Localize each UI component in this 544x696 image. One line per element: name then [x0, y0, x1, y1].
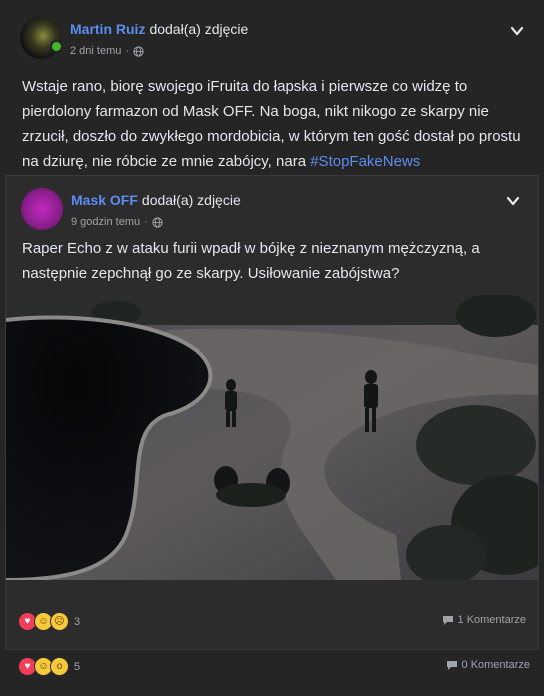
reactions-summary[interactable]: ♥ ☺ o 5 — [18, 657, 80, 676]
wow-reaction-icon: o — [50, 657, 69, 676]
comments-count: 1 Komentarze — [457, 614, 526, 626]
chevron-down-icon[interactable] — [506, 194, 520, 208]
author-name[interactable]: Mask OFF — [71, 192, 138, 208]
globe-icon — [152, 216, 163, 228]
smirk-reaction-icon: ☹ — [50, 612, 69, 631]
post-meta: 2 dni temu · — [70, 45, 248, 57]
shared-author-block: Mask OFF dodał(a) zdjęcie 9 godzin temu · — [71, 192, 241, 228]
comment-icon — [446, 660, 457, 670]
separator: · — [144, 216, 148, 228]
avatar[interactable] — [20, 17, 63, 59]
post-header: Martin Ruiz dodał(a) zdjęcie 2 dni temu · — [20, 17, 248, 59]
comments-count: 0 Komentarze — [461, 659, 530, 671]
post-time[interactable]: 2 dni temu — [70, 45, 121, 57]
shared-post-header: Mask OFF dodał(a) zdjęcie 9 godzin temu · — [21, 188, 241, 230]
separator: · — [125, 45, 130, 57]
reactions-count: 3 — [74, 615, 81, 628]
shared-post-text: Raper Echo z w ataku furii wpadł w bójkę… — [22, 240, 480, 282]
photo-scene — [6, 295, 538, 580]
avatar[interactable] — [21, 188, 63, 230]
comments-link[interactable]: 0 Komentarze — [446, 659, 530, 671]
comment-icon — [442, 615, 453, 625]
reactions-summary[interactable]: ♥ ☺ ☹ 3 — [18, 612, 80, 631]
shared-post[interactable]: Mask OFF dodał(a) zdjęcie 9 godzin temu ·… — [5, 175, 539, 650]
post-action: dodał(a) zdjęcie — [141, 192, 241, 208]
post-time[interactable]: 9 godzin temu — [71, 216, 140, 228]
hashtag-link[interactable]: #StopFakeNews — [310, 153, 420, 170]
comments-link[interactable]: 1 Komentarze — [442, 614, 526, 626]
globe-icon — [133, 45, 144, 57]
reactions-count: 5 — [74, 660, 81, 673]
post-text: Wstaje rano, biorę swojego iFruita do ła… — [22, 74, 522, 174]
post-photo[interactable] — [6, 295, 538, 580]
post-meta: 9 godzin temu · — [71, 216, 241, 228]
post-action: dodał(a) zdjęcie — [149, 21, 249, 37]
post-author-block: Martin Ruiz dodał(a) zdjęcie 2 dni temu · — [70, 21, 248, 57]
online-indicator — [50, 40, 63, 53]
chevron-down-icon[interactable] — [510, 24, 524, 38]
author-name[interactable]: Martin Ruiz — [70, 21, 145, 37]
post-body: Wstaje rano, biorę swojego iFruita do ła… — [22, 78, 521, 170]
post-card: Martin Ruiz dodał(a) zdjęcie 2 dni temu ·… — [0, 0, 544, 696]
